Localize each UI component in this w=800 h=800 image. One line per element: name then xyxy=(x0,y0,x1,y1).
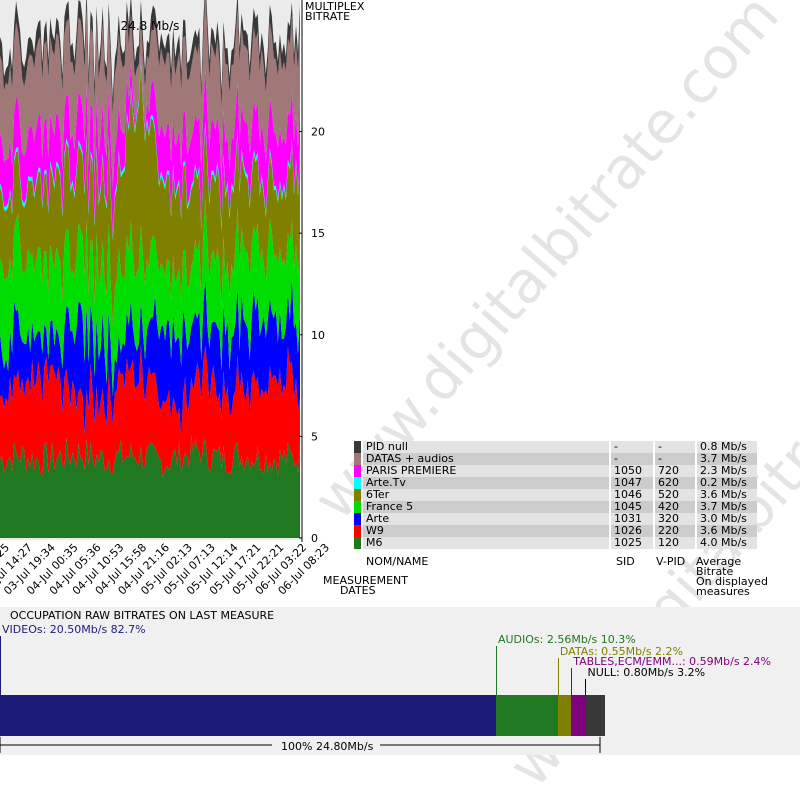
y-tick-label: 10 xyxy=(311,329,325,342)
legend-swatch xyxy=(354,441,361,453)
legend-swatch xyxy=(354,465,361,477)
x-axis-ticks: 03-Jul 09:2503-Jul 14:2703-Jul 19:3404-J… xyxy=(0,541,332,598)
legend-table: PID null - -0.8 Mb/s DATAS + audios - -3.7 Mb… xyxy=(352,441,759,549)
legend-cell-name: M6 xyxy=(363,537,609,549)
legend-cell-name: France 5 xyxy=(363,501,609,513)
legend-header-average: Average Bitrate On displayed measures xyxy=(696,556,768,598)
legend-cell-name: Arte.Tv xyxy=(363,477,609,489)
legend-cell-name: W9 xyxy=(363,525,609,537)
occupation-segment-label: NULL: 0.80Mb/s 3.2% xyxy=(587,666,706,679)
legend-swatch xyxy=(354,501,361,513)
y-axis-label-line-2: BITRATE xyxy=(305,10,350,23)
legend-row: W9 1026 220 3.6 Mb/s xyxy=(354,525,757,537)
legend-row: PARIS PREMIERE 1050 720 2.3 Mb/s xyxy=(354,465,757,477)
occupation-segment xyxy=(495,695,558,736)
occupation-segment-label: VIDEOs: 20.50Mb/s 82.7% xyxy=(2,623,146,636)
legend-swatch xyxy=(354,489,361,501)
legend-swatch xyxy=(354,537,361,549)
chart-title: 24.8 Mb/s xyxy=(121,19,180,33)
y-tick-label: 5 xyxy=(311,430,318,443)
y-tick-label: 0 xyxy=(311,532,318,545)
legend-row: Arte 1031 320 3.0 Mb/s xyxy=(354,513,757,525)
occupation-segment xyxy=(0,695,496,736)
legend-swatch xyxy=(354,513,361,525)
legend-swatch xyxy=(354,477,361,489)
occupation-segment xyxy=(571,695,586,736)
occupation-leader-line xyxy=(0,636,1,695)
occupation-leader-line xyxy=(495,646,497,695)
legend-row: 6Ter 1046 520 3.6 Mb/s xyxy=(354,489,757,501)
occupation-total-label: 100% 24.80Mb/s xyxy=(281,740,374,753)
legend-header-name: NOM/NAME xyxy=(366,555,429,568)
legend-row: France 5 1045 420 3.7 Mb/s xyxy=(354,501,757,513)
occupation-leader-line xyxy=(571,668,573,695)
occupation-segment xyxy=(557,695,572,736)
occupation-leader-line xyxy=(557,658,559,695)
legend-row: Arte.Tv 1047 620 0.2 Mb/s xyxy=(354,477,757,489)
stacked-areas xyxy=(0,0,300,538)
legend-swatch xyxy=(354,525,361,537)
legend-cell-sid: 1025 xyxy=(611,537,653,549)
legend-header-average-line-4: measures xyxy=(696,585,750,598)
y-tick-label: 15 xyxy=(311,227,325,240)
y-axis-ticks: 0 5 10 15 20 xyxy=(299,126,325,545)
legend-header-vpid: V-PID xyxy=(656,555,686,568)
occupation-title: OCCUPATION RAW BITRATES ON LAST MEASURE xyxy=(10,609,275,622)
legend-header-sid: SID xyxy=(616,555,635,568)
legend-cell-vpid: 120 xyxy=(655,537,695,549)
occupation-leader-line xyxy=(585,679,587,695)
y-tick-label: 20 xyxy=(311,126,325,139)
legend-swatch xyxy=(354,453,361,465)
x-axis-label-line-2: DATES xyxy=(340,584,376,597)
legend-row: M6 1025 120 4.0 Mb/s xyxy=(354,537,757,549)
legend-cell-avg: 4.0 Mb/s xyxy=(697,537,757,549)
legend-cell-name: Arte xyxy=(363,513,609,525)
occupation-segment xyxy=(585,695,605,736)
